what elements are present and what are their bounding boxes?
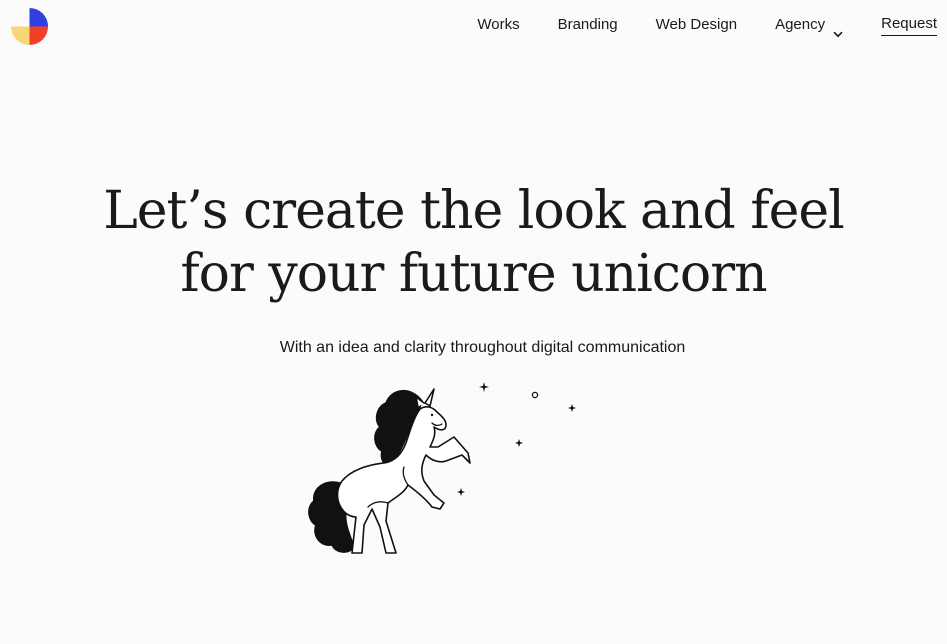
hero-subtitle: With an idea and clarity throughout digi… [279,339,686,356]
nav-item-label: Branding [557,16,618,33]
nav-item-label: Web Design [655,16,738,33]
nav-item-works[interactable]: Works [477,13,519,37]
logo-icon[interactable] [10,7,49,46]
nav-item-label: Works [477,16,520,33]
hero-title-line-1: Let’s create the look and feel [103,181,845,241]
chevron-down-icon [833,22,843,37]
nav-item-web-design[interactable]: Web Design [656,13,737,37]
unicorn-illustration [300,375,590,565]
nav-item-branding[interactable]: Branding [558,13,618,37]
hero-title: Let’s create the look and feel for your … [0,180,947,306]
nav-item-agency[interactable]: Agency [775,13,843,37]
hero-title-line-2: for your future unicorn [180,244,767,304]
page: Works Branding Web Design Agency Request… [0,0,947,644]
nav-item-label: Agency [775,16,826,33]
request-link[interactable]: Request [881,14,937,36]
main-nav: Works Branding Web Design Agency Request [477,13,937,37]
